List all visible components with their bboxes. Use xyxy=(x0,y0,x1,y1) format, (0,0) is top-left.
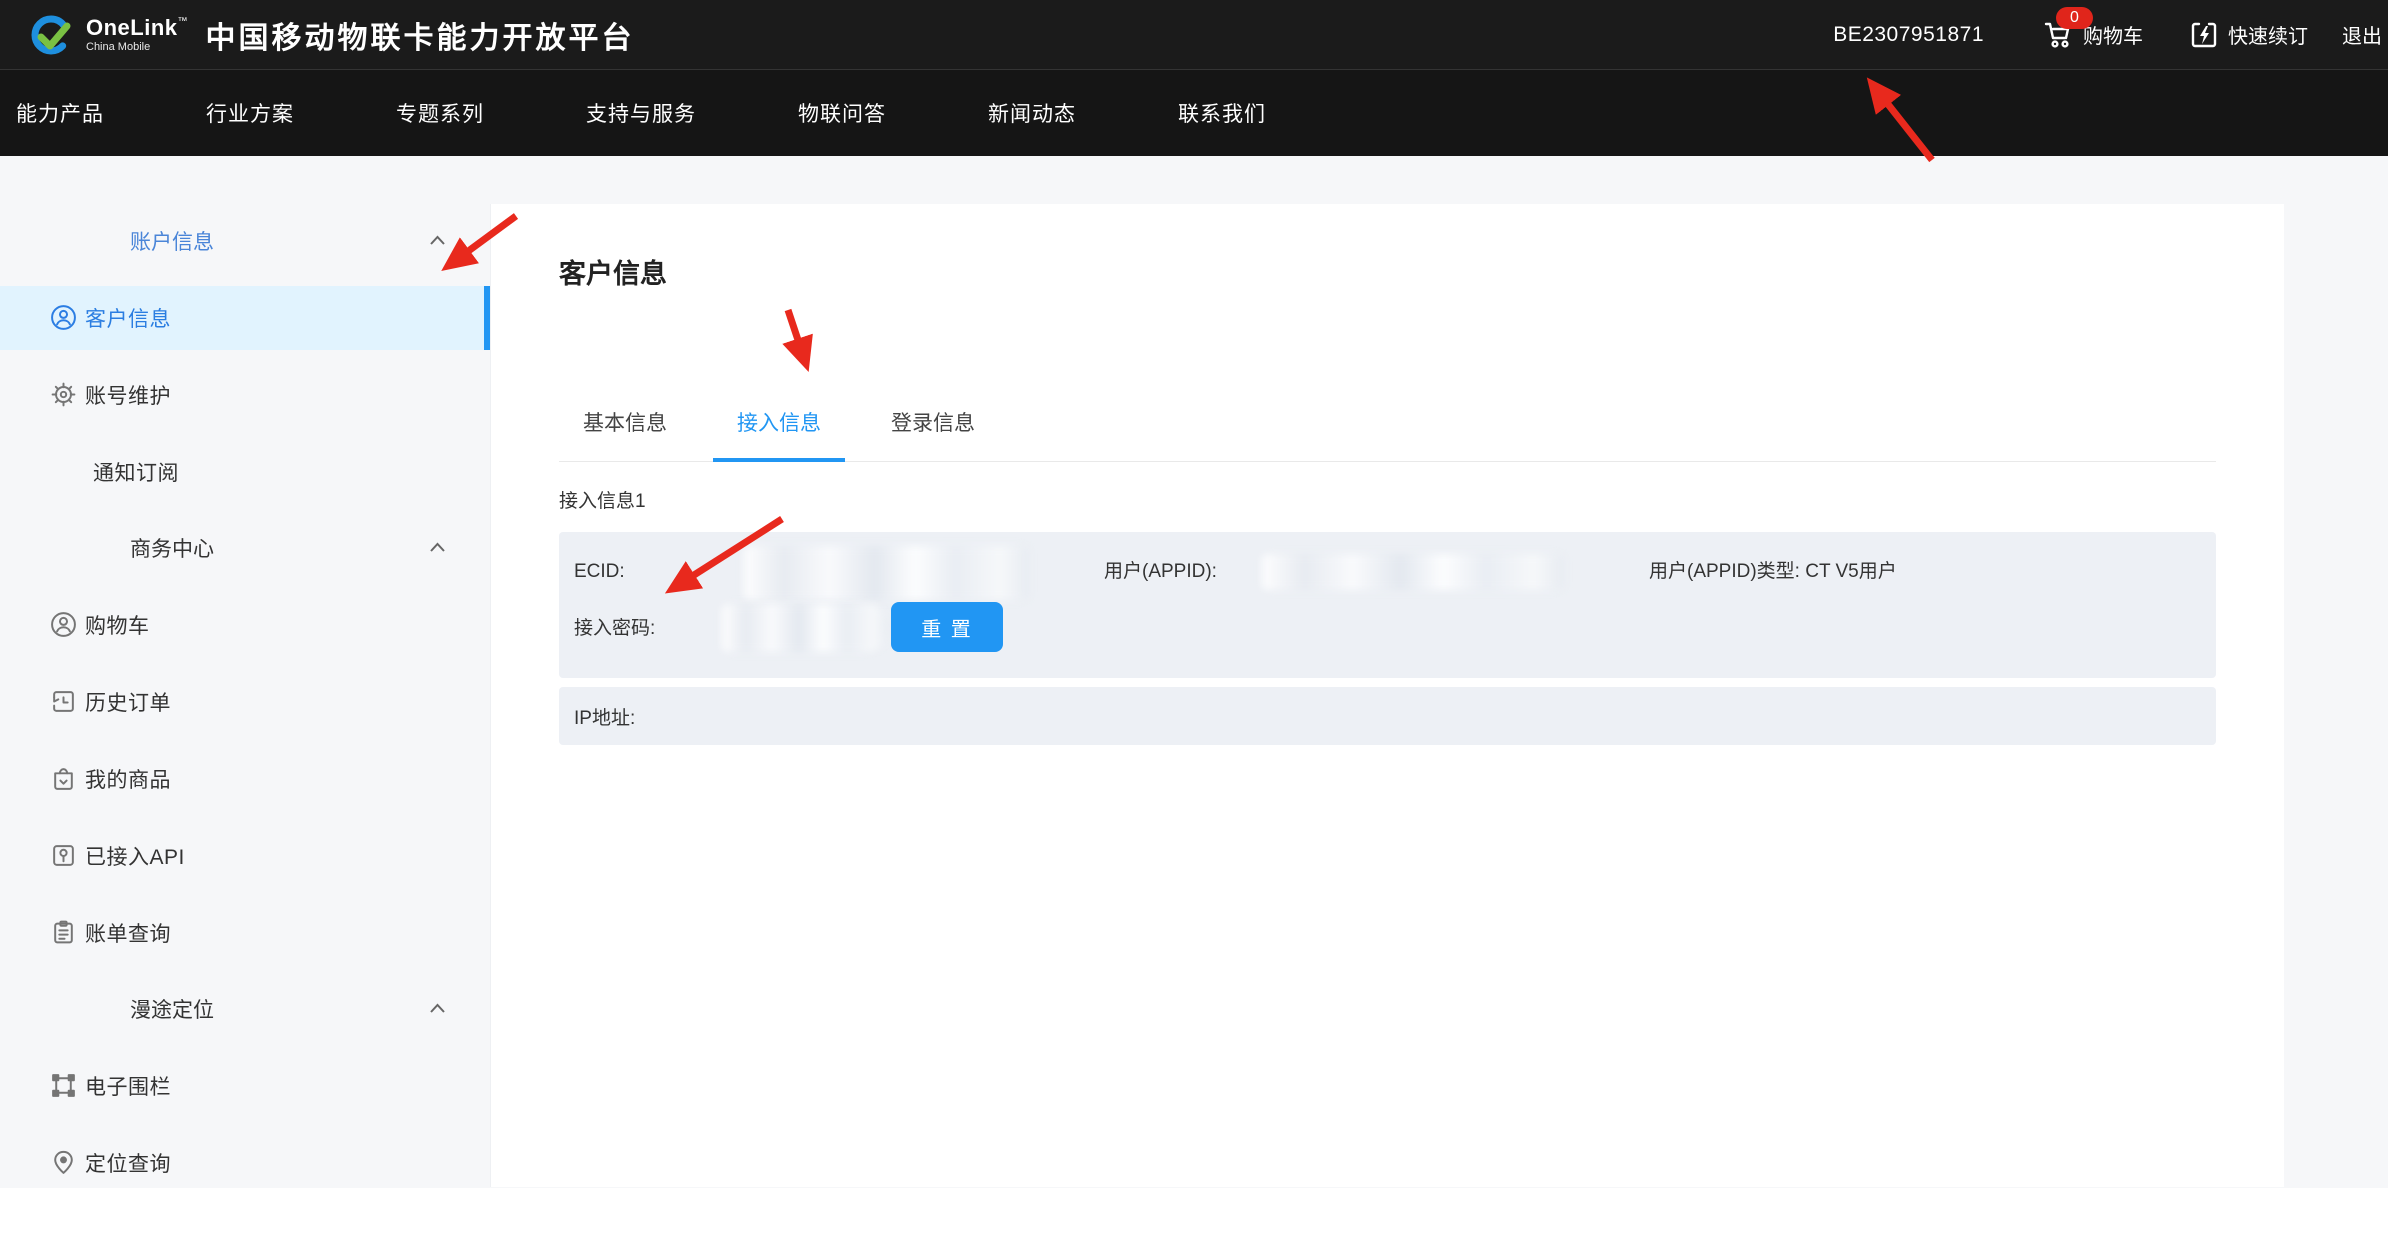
fence-icon xyxy=(50,1072,77,1099)
sidebar-item-electronic-fence[interactable]: 电子围栏 xyxy=(0,1047,490,1124)
sidebar-item-label: 定位查询 xyxy=(85,1148,171,1178)
content-card: 客户信息 基本信息 接入信息 登录信息 接入信息1 ECID: 用户(APPID… xyxy=(490,204,2284,1187)
sidebar-section-label: 商务中心 xyxy=(130,533,214,563)
nav-item-support-service[interactable]: 支持与服务 xyxy=(586,98,696,128)
sidebar-section-label: 漫途定位 xyxy=(130,994,214,1024)
quick-renew-button[interactable]: 快速续订 xyxy=(2189,20,2308,50)
sidebar-item-bill-inquiry[interactable]: 账单查询 xyxy=(0,894,490,971)
sidebar-item-label: 已接入API xyxy=(85,841,185,871)
ip-address-label: IP地址: xyxy=(574,703,635,730)
cart-label: 购物车 xyxy=(2083,20,2143,49)
tab-basic-info[interactable]: 基本信息 xyxy=(559,404,691,461)
chevron-up-icon xyxy=(429,542,446,553)
sidebar-section-label: 账户信息 xyxy=(130,226,214,256)
sidebar-item-label: 客户信息 xyxy=(85,303,171,333)
bill-icon xyxy=(50,919,77,946)
nav-item-industry-solutions[interactable]: 行业方案 xyxy=(206,98,294,128)
main-nav: 能力产品 行业方案 专题系列 支持与服务 物联问答 新闻动态 联系我们 xyxy=(0,70,2388,156)
sidebar-item-label: 账号维护 xyxy=(85,380,171,410)
sidebar-item-account-maintenance[interactable]: 账号维护 xyxy=(0,356,490,433)
sidebar: 账户信息 客户信息 xyxy=(0,156,490,1188)
sidebar-item-label: 购物车 xyxy=(85,610,150,640)
sidebar-item-label: 历史订单 xyxy=(85,687,171,717)
logout-button[interactable]: 退出 xyxy=(2342,20,2388,49)
access-info-panel: ECID: 用户(APPID): 用户(APPID)类型: CT V5用户 接入… xyxy=(559,532,2216,678)
brand-text: OneLink™ China Mobile xyxy=(86,17,188,53)
brand-subtitle: China Mobile xyxy=(86,42,188,53)
location-pin-icon xyxy=(50,1149,77,1176)
topbar-right: BE2307951871 0 购物车 快速续订 退出 xyxy=(1833,20,2388,50)
appid-value-redacted xyxy=(1262,554,1564,590)
sidebar-item-location-query[interactable]: 定位查询 xyxy=(0,1124,490,1188)
gear-icon xyxy=(50,381,77,408)
onelink-logo-icon xyxy=(28,11,76,59)
access-info-section-label: 接入信息1 xyxy=(559,490,2216,514)
access-password-label: 接入密码: xyxy=(574,617,655,641)
sidebar-section-business-center[interactable]: 商务中心 xyxy=(0,510,490,586)
user-circle-icon xyxy=(50,611,77,638)
page-title: 客户信息 xyxy=(559,256,2216,292)
sidebar-item-connected-api[interactable]: 已接入API xyxy=(0,817,490,894)
sidebar-item-label: 账单查询 xyxy=(85,918,171,948)
ip-address-row: IP地址: xyxy=(559,687,2216,745)
api-key-icon xyxy=(50,842,77,869)
nav-item-news[interactable]: 新闻动态 xyxy=(988,98,1076,128)
tab-login-info[interactable]: 登录信息 xyxy=(867,404,999,461)
site-title: 中国移动物联卡能力开放平台 xyxy=(206,13,635,57)
sidebar-item-shopping-cart[interactable]: 购物车 xyxy=(0,586,490,663)
sidebar-item-order-history[interactable]: 历史订单 xyxy=(0,663,490,740)
sidebar-item-label: 通知订阅 xyxy=(93,457,179,487)
user-circle-icon xyxy=(50,304,77,331)
sidebar-item-notification-subscribe[interactable]: 通知订阅 xyxy=(0,433,490,510)
nav-item-special-series[interactable]: 专题系列 xyxy=(396,98,484,128)
chevron-up-icon xyxy=(429,235,446,246)
bag-icon xyxy=(50,765,77,792)
sidebar-item-customer-info[interactable]: 客户信息 xyxy=(0,279,490,356)
cart-button[interactable]: 0 购物车 xyxy=(2042,20,2143,50)
access-password-value-redacted xyxy=(722,604,890,652)
brand-logo[interactable]: OneLink™ China Mobile xyxy=(28,11,188,59)
brand-name: OneLink xyxy=(86,15,178,40)
history-icon xyxy=(50,688,77,715)
tab-access-info[interactable]: 接入信息 xyxy=(713,404,845,461)
nav-item-iot-qa[interactable]: 物联问答 xyxy=(798,98,886,128)
top-bar: OneLink™ China Mobile 中国移动物联卡能力开放平台 BE23… xyxy=(0,0,2388,70)
nav-item-contact-us[interactable]: 联系我们 xyxy=(1178,98,1266,128)
account-id[interactable]: BE2307951871 xyxy=(1833,23,1984,47)
app-region: 账户信息 客户信息 xyxy=(0,156,2388,1188)
sidebar-item-my-products[interactable]: 我的商品 xyxy=(0,740,490,817)
quick-renew-label: 快速续订 xyxy=(2228,20,2308,49)
tab-bar: 基本信息 接入信息 登录信息 xyxy=(559,404,2216,462)
brand-tm: ™ xyxy=(178,16,188,27)
chevron-up-icon xyxy=(429,1003,446,1014)
sidebar-item-label: 电子围栏 xyxy=(85,1071,171,1101)
ecid-value-redacted xyxy=(744,546,1029,600)
nav-item-capability-products[interactable]: 能力产品 xyxy=(16,98,104,128)
appid-label: 用户(APPID): xyxy=(1104,560,1217,584)
cart-badge: 0 xyxy=(2056,7,2093,29)
sidebar-item-label: 我的商品 xyxy=(85,764,171,794)
sidebar-section-account-info[interactable]: 账户信息 xyxy=(0,203,490,279)
sidebar-section-mantu-location[interactable]: 漫途定位 xyxy=(0,971,490,1047)
quick-renew-icon xyxy=(2189,20,2219,50)
ecid-label: ECID: xyxy=(574,560,625,584)
appid-type-label: 用户(APPID)类型: CT V5用户 xyxy=(1649,560,1897,584)
page-bottom-strip xyxy=(0,1188,2388,1236)
reset-button[interactable]: 重 置 xyxy=(891,602,1003,652)
